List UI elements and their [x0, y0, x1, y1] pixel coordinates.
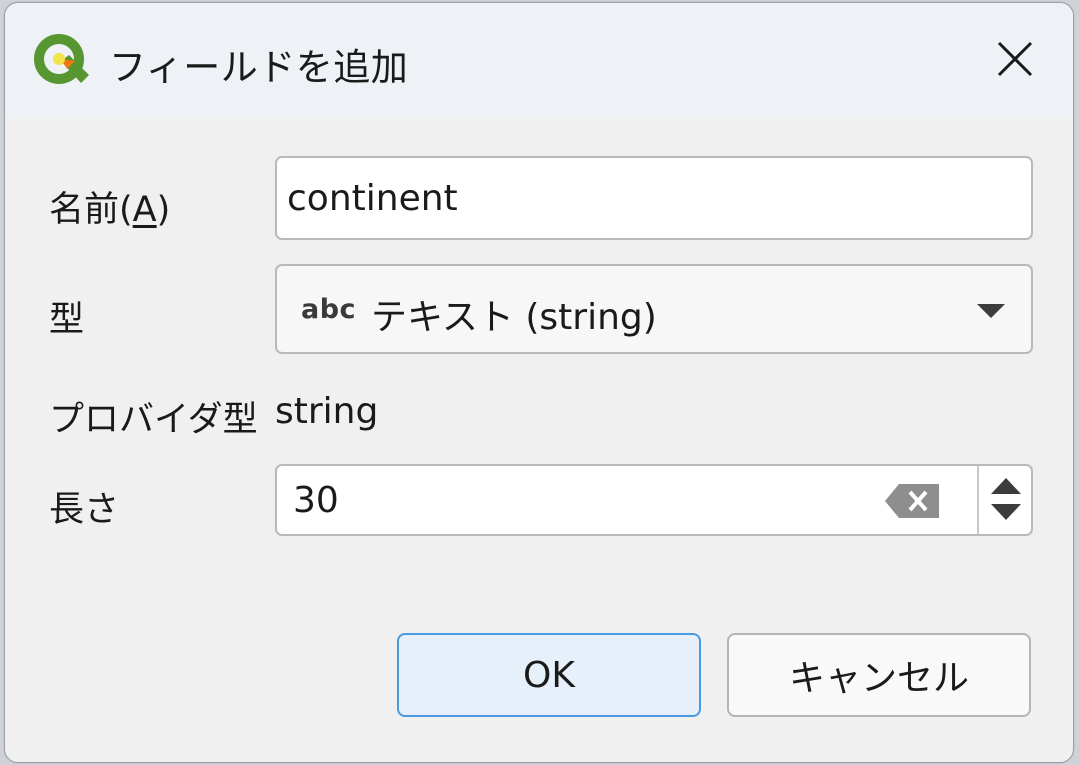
type-select[interactable]: abc テキスト (string)	[275, 264, 1033, 354]
add-field-dialog: フィールドを追加 名前(A) continent 型 abc テキスト (str…	[4, 2, 1074, 763]
clear-icon[interactable]	[885, 484, 939, 518]
spin-up-icon[interactable]	[991, 478, 1021, 494]
name-label-suffix: )	[156, 190, 171, 230]
length-spinbox[interactable]: 30	[275, 464, 1033, 536]
name-input-value: continent	[287, 178, 458, 219]
text-type-icon: abc	[301, 294, 357, 325]
name-input[interactable]: continent	[275, 156, 1033, 240]
provider-type-label: プロバイダ型	[49, 400, 258, 440]
spinbox-buttons	[983, 466, 1031, 532]
chevron-down-icon	[977, 304, 1005, 318]
close-icon[interactable]	[987, 31, 1043, 87]
cancel-button[interactable]: キャンセル	[727, 633, 1031, 717]
ok-button[interactable]: OK	[397, 633, 701, 717]
qgis-logo-icon	[34, 34, 89, 84]
type-label: 型	[49, 300, 85, 340]
name-label-prefix: 名前(	[49, 190, 133, 230]
title-bar: フィールドを追加	[5, 3, 1073, 118]
spin-down-icon[interactable]	[991, 504, 1021, 520]
spinbox-separator	[977, 466, 979, 534]
name-label: 名前(A)	[49, 181, 170, 232]
length-label: 長さ	[49, 490, 120, 530]
type-select-value: テキスト (string)	[371, 297, 657, 338]
window-title: フィールドを追加	[109, 46, 409, 89]
length-value: 30	[293, 480, 339, 521]
provider-type-value: string	[275, 391, 379, 432]
name-label-mnemonic: A	[132, 190, 157, 230]
